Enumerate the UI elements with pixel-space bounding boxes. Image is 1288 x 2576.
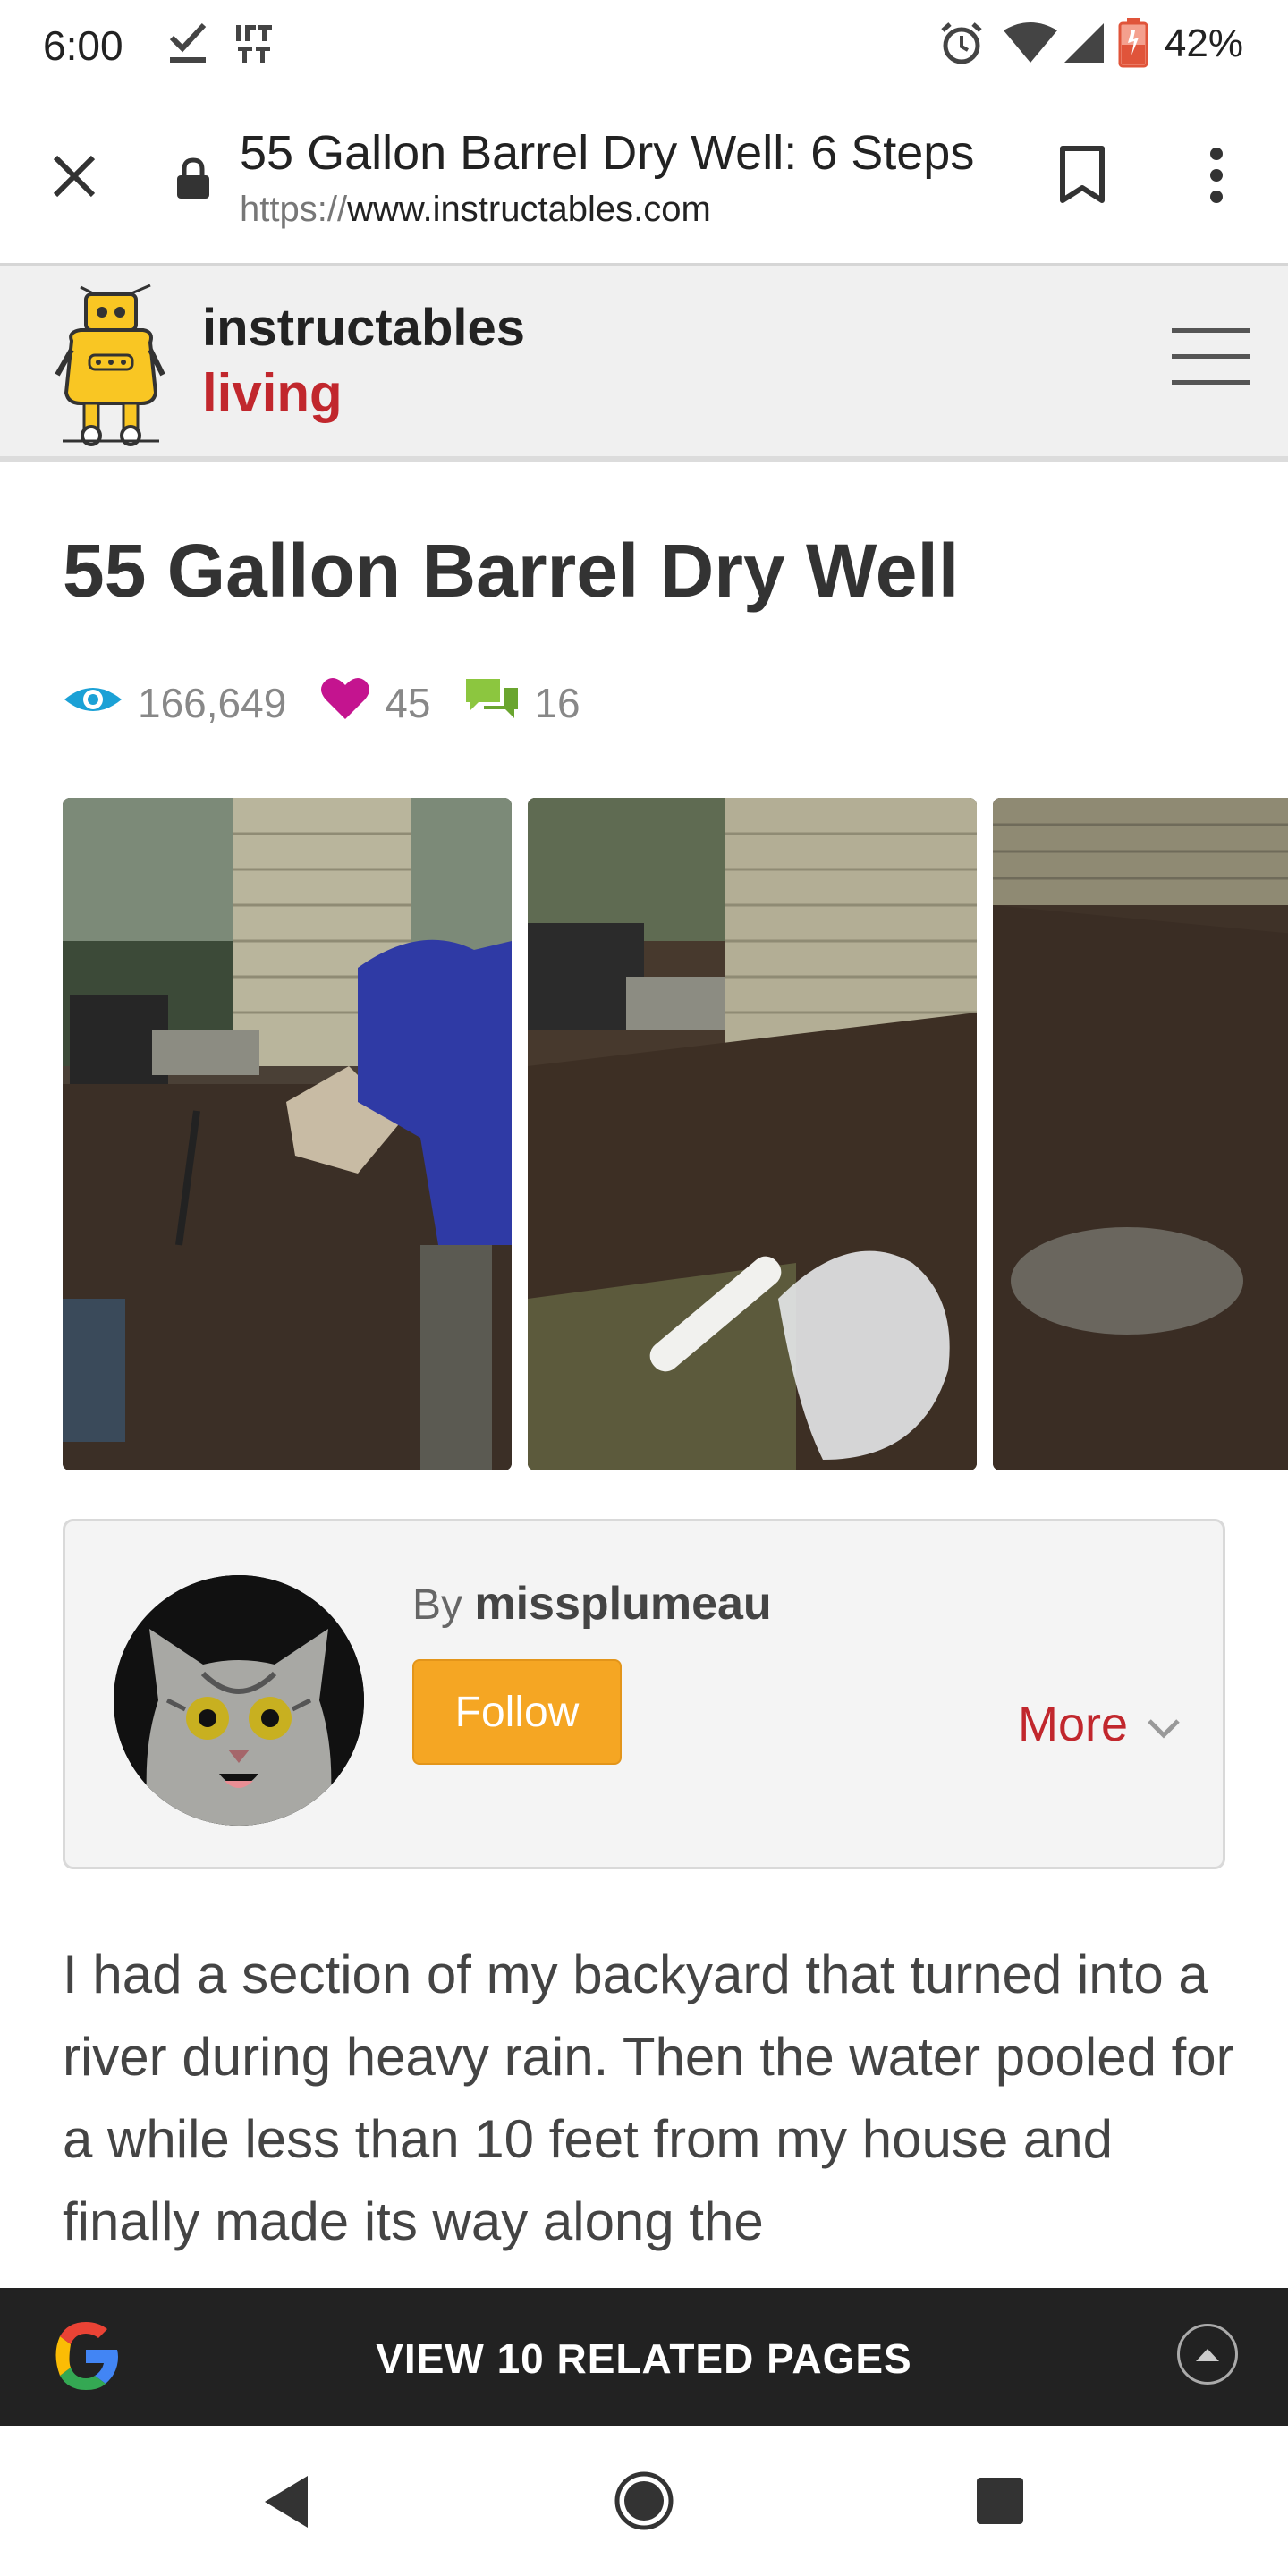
related-pages-bar[interactable]: VIEW 10 RELATED PAGES: [0, 2288, 1288, 2426]
alarm-icon: [939, 21, 984, 71]
favorites-count: 45: [385, 680, 431, 726]
url-host: www.instructables.com: [347, 190, 711, 229]
author-username[interactable]: missplumeau: [474, 1578, 771, 1630]
follow-button[interactable]: Follow: [412, 1659, 622, 1765]
gallery-photo-2[interactable]: [528, 798, 977, 1470]
bookmark-icon[interactable]: [1057, 145, 1107, 210]
byline: By missplumeau: [412, 1577, 772, 1631]
signal-icon: [1063, 21, 1106, 71]
site-header: instructables living: [0, 266, 1288, 462]
page-url[interactable]: https://www.instructables.com: [240, 190, 711, 230]
more-button[interactable]: More: [1018, 1697, 1182, 1752]
eye-icon: [63, 679, 138, 727]
close-icon[interactable]: [50, 152, 98, 205]
comments-stat[interactable]: 16: [464, 677, 580, 730]
by-label: By: [412, 1581, 463, 1629]
more-vert-icon[interactable]: [1206, 147, 1227, 208]
author-card: By missplumeau Follow More: [63, 1519, 1225, 1869]
chevron-down-icon: [1128, 1697, 1182, 1752]
views-stat: 166,649: [63, 679, 286, 727]
article-intro: I had a section of my backyard that turn…: [63, 1945, 1234, 2251]
system-nav-bar: [0, 2426, 1288, 2576]
gallery-photo-1[interactable]: [63, 798, 512, 1470]
home-icon[interactable]: [614, 2470, 674, 2536]
article-title: 55 Gallon Barrel Dry Well: [63, 529, 960, 613]
browser-toolbar: 55 Gallon Barrel Dry Well: 6 Steps https…: [0, 93, 1288, 266]
brand-name[interactable]: instructables: [202, 298, 525, 358]
article-stats: 166,649 45 16: [63, 676, 614, 730]
battery-percent: 42%: [1164, 21, 1243, 65]
gallery-photo-3[interactable]: [993, 798, 1288, 1470]
page-title: 55 Gallon Barrel Dry Well: 6 Steps: [240, 126, 975, 180]
heart-icon: [320, 676, 385, 731]
menu-icon[interactable]: [1172, 328, 1250, 387]
url-protocol: https://: [240, 190, 348, 229]
robot-logo[interactable]: [45, 278, 170, 453]
wifi-icon: [1004, 21, 1057, 71]
ifttt-icon: [234, 21, 274, 69]
expand-up-icon[interactable]: [1177, 2324, 1238, 2385]
status-time: 6:00: [43, 22, 123, 69]
status-bar: 6:00 42%: [0, 0, 1288, 93]
views-count: 166,649: [138, 680, 287, 726]
lock-icon[interactable]: [175, 157, 211, 205]
comments-count: 16: [534, 680, 580, 726]
more-label: More: [1017, 1698, 1128, 1751]
related-pages-label: VIEW 10 RELATED PAGES: [376, 2335, 912, 2382]
comment-icon: [464, 677, 534, 730]
channel-name[interactable]: living: [202, 362, 343, 424]
favorites-stat[interactable]: 45: [320, 676, 430, 731]
avatar[interactable]: [114, 1575, 364, 1826]
battery-icon: [1118, 18, 1148, 72]
photo-gallery[interactable]: [63, 798, 1288, 1470]
back-icon[interactable]: [259, 2472, 313, 2536]
download-done-icon: [168, 21, 208, 71]
recents-icon[interactable]: [975, 2476, 1025, 2530]
